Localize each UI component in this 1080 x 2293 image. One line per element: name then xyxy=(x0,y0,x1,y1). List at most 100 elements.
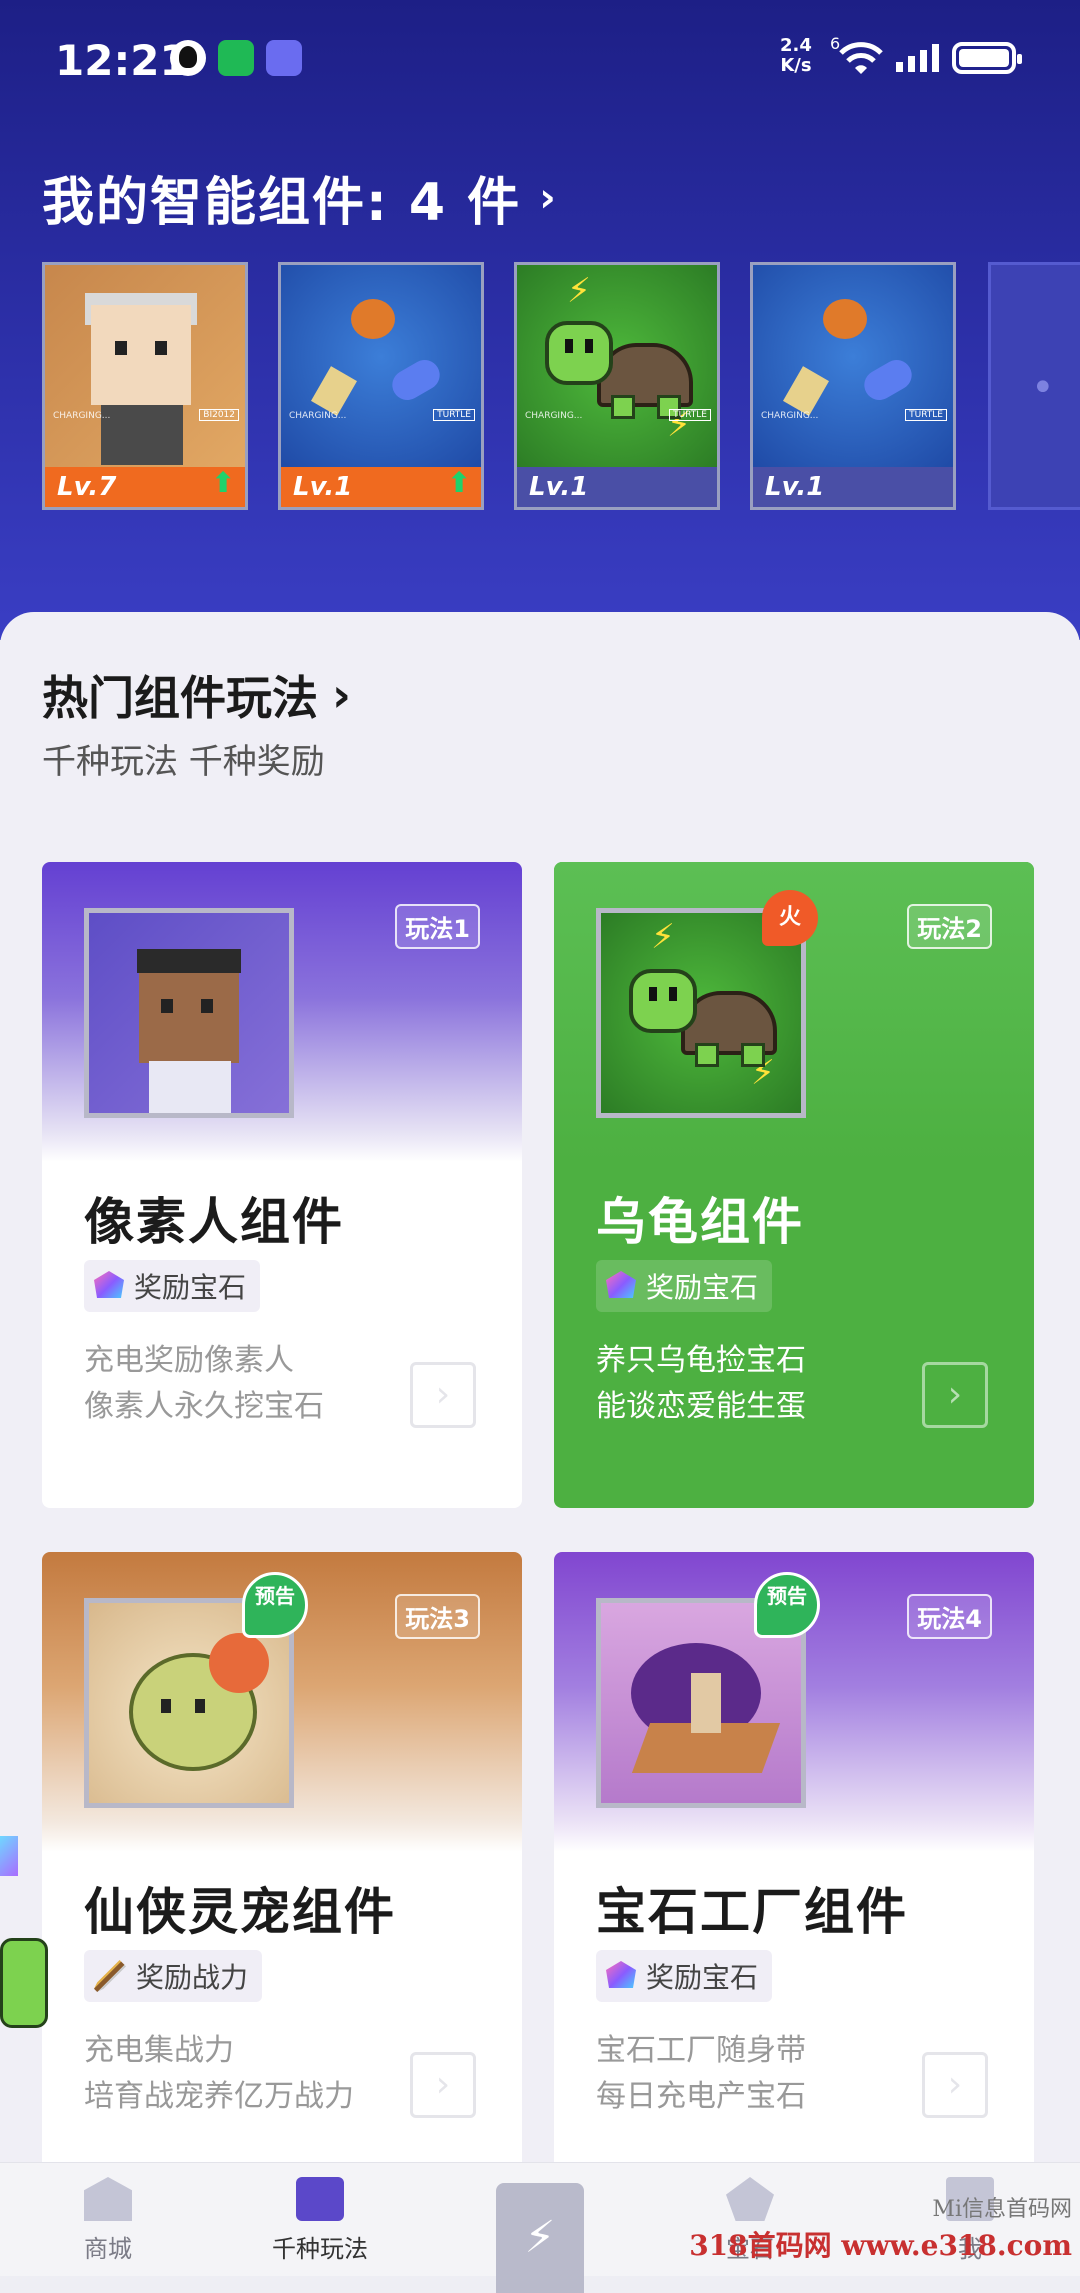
upgrade-arrow-icon: ⬆ xyxy=(447,466,471,499)
floating-turtle-icon[interactable] xyxy=(0,1938,48,2028)
widget-card-turtle-items[interactable]: CHARGING... TURTLE Lv.1 ⬆ xyxy=(278,262,484,510)
card-title: 像素人组件 xyxy=(84,1193,344,1251)
game-app-icon xyxy=(266,40,302,76)
card-title: 仙侠灵宠组件 xyxy=(84,1883,396,1941)
widget-level: Lv.1 xyxy=(765,472,825,502)
reward-tag: 奖励宝石 xyxy=(84,1260,261,1312)
my-widgets-title[interactable]: 我的智能组件: 4 件 › xyxy=(42,160,558,235)
floating-gem-icon[interactable] xyxy=(0,1836,18,1876)
reward-tag: 奖励宝石 xyxy=(596,1950,773,2002)
nav-label: 千种玩法 xyxy=(272,2235,368,2263)
watermark: Mi信息首码网 318首码网 www.e318.com xyxy=(689,2192,1072,2264)
widget-card-turtle[interactable]: ⚡ ⚡ CHARGING... TURTLE Lv.1 xyxy=(514,262,720,510)
signal-icon xyxy=(896,44,939,72)
card-gem-factory[interactable]: 预告 玩法4 宝石工厂组件 奖励宝石 宝石工厂随身带 每日充电产宝石 › xyxy=(554,1552,1034,2172)
pixelman-thumbnail xyxy=(84,908,294,1118)
net-speed-value: 2.4 xyxy=(780,35,812,56)
widget-level-bar: Lv.1 xyxy=(517,467,717,507)
header: 12:21 2.4 K/s 6 我的智能组件: 4 件 › CHARGING..… xyxy=(0,0,1080,640)
hot-flag-icon: 火 xyxy=(762,890,818,946)
widget-card-turtle-items-2[interactable]: CHARGING... TURTLE Lv.1 xyxy=(750,262,956,510)
net-speed: 2.4 K/s xyxy=(780,36,812,76)
my-widgets-title-text: 我的智能组件: 4 件 xyxy=(42,173,522,233)
widget-level-bar: Lv.1 ⬆ xyxy=(281,466,481,507)
desc-line-1: 宝石工厂随身带 xyxy=(596,2033,806,2068)
my-widgets-list: CHARGING... BI2012 Lv.7 ⬆ CHARGING... TU… xyxy=(42,262,1080,512)
play-badge: 玩法1 xyxy=(395,904,480,949)
desc-line-1: 养只乌龟捡宝石 xyxy=(596,1343,806,1378)
card-turtle[interactable]: ⚡ ⚡ 火 玩法2 乌龟组件 奖励宝石 养只乌龟捡宝石 能谈恋爱能生蛋 › xyxy=(554,862,1034,1508)
widget-tag: TURTLE xyxy=(433,409,475,421)
hot-widgets-subtitle: 千种玩法 千种奖励 xyxy=(42,742,325,782)
card-spirit-pet[interactable]: 预告 玩法3 仙侠灵宠组件 奖励战力 充电集战力 培育战宠养亿万战力 › xyxy=(42,1552,522,2172)
sword-icon xyxy=(94,1960,126,1992)
reward-label: 奖励战力 xyxy=(136,1961,249,1994)
wechat-icon xyxy=(218,40,254,76)
nav-charge-button[interactable]: ⚡ xyxy=(496,2183,584,2293)
nav-label: 商城 xyxy=(84,2235,132,2263)
turtle-items-image: CHARGING... TURTLE xyxy=(753,265,953,469)
widget-tag: BI2012 xyxy=(199,409,239,421)
upgrade-arrow-icon: ⬆ xyxy=(211,466,235,499)
go-button[interactable]: › xyxy=(410,1362,476,1428)
home-icon xyxy=(84,2177,132,2221)
preview-flag-icon: 预告 xyxy=(754,1572,820,1638)
card-pixelman[interactable]: 玩法1 像素人组件 奖励宝石 充电奖励像素人 像素人永久挖宝石 › xyxy=(42,862,522,1508)
nav-item-play[interactable]: 千种玩法 xyxy=(240,2177,400,2264)
desc-line-1: 充电奖励像素人 xyxy=(84,1343,294,1378)
widget-tag: TURTLE xyxy=(669,409,711,421)
reward-tag: 奖励宝石 xyxy=(596,1260,773,1312)
gem-icon xyxy=(94,1271,124,1298)
play-badge: 玩法2 xyxy=(907,904,992,949)
reward-label: 奖励宝石 xyxy=(646,1271,759,1304)
reward-tag: 奖励战力 xyxy=(84,1950,263,2002)
charging-label: CHARGING... xyxy=(289,411,347,421)
charging-label: CHARGING... xyxy=(761,411,819,421)
gem-icon xyxy=(606,1271,636,1298)
gem-icon xyxy=(606,1961,636,1988)
widget-level-bar: Lv.7 ⬆ xyxy=(45,466,245,507)
watermark-line-1: Mi信息首码网 xyxy=(932,2197,1072,2222)
card-description: 养只乌龟捡宝石 能谈恋爱能生蛋 xyxy=(596,1338,806,1430)
card-title: 乌龟组件 xyxy=(596,1193,804,1251)
turtle-items-image: CHARGING... TURTLE xyxy=(281,265,481,469)
card-description: 充电奖励像素人 像素人永久挖宝石 xyxy=(84,1338,324,1430)
reward-label: 奖励宝石 xyxy=(646,1961,759,1994)
hot-widgets-title[interactable]: 热门组件玩法 › xyxy=(42,662,351,728)
battery-icon xyxy=(952,42,1022,74)
net-speed-unit: K/s xyxy=(780,55,812,76)
widget-level: Lv.7 xyxy=(57,472,117,502)
qq-icon xyxy=(170,40,206,76)
go-button[interactable]: › xyxy=(922,1362,988,1428)
go-button[interactable]: › xyxy=(410,2052,476,2118)
chip-icon xyxy=(296,2177,344,2221)
hot-title-text: 热门组件玩法 xyxy=(42,671,318,725)
card-description: 宝石工厂随身带 每日充电产宝石 xyxy=(596,2028,806,2120)
chevron-right-icon: › xyxy=(332,668,351,722)
turtle-image: ⚡ ⚡ CHARGING... TURTLE xyxy=(517,265,717,469)
widget-level: Lv.1 xyxy=(529,472,589,502)
reward-label: 奖励宝石 xyxy=(134,1271,247,1304)
charging-label: CHARGING... xyxy=(525,411,583,421)
preview-flag-icon: 预告 xyxy=(242,1572,308,1638)
nav-item-home[interactable]: 商城 xyxy=(28,2177,188,2264)
play-badge: 玩法3 xyxy=(395,1594,480,1639)
desc-line-2: 培育战宠养亿万战力 xyxy=(84,2079,354,2114)
desc-line-2: 像素人永久挖宝石 xyxy=(84,1389,324,1424)
status-bar: 12:21 2.4 K/s 6 xyxy=(0,30,1080,90)
watermark-line-2: 318首码网 www.e318.com xyxy=(689,2229,1072,2262)
widget-add-slot[interactable]: •• xyxy=(988,262,1080,510)
chevron-right-icon: › xyxy=(539,174,558,221)
widget-level: Lv.1 xyxy=(293,472,353,502)
widget-level-bar: Lv.1 xyxy=(753,467,953,507)
card-description: 充电集战力 培育战宠养亿万战力 xyxy=(84,2028,354,2120)
pixelman-image: CHARGING... BI2012 xyxy=(45,265,245,469)
go-button[interactable]: › xyxy=(922,2052,988,2118)
notification-icons xyxy=(170,40,302,76)
charging-label: CHARGING... xyxy=(53,411,111,421)
status-time: 12:21 xyxy=(55,36,189,85)
desc-line-2: 每日充电产宝石 xyxy=(596,2079,806,2114)
card-title: 宝石工厂组件 xyxy=(596,1883,908,1941)
desc-line-2: 能谈恋爱能生蛋 xyxy=(596,1389,806,1424)
widget-card-pixelman[interactable]: CHARGING... BI2012 Lv.7 ⬆ xyxy=(42,262,248,510)
